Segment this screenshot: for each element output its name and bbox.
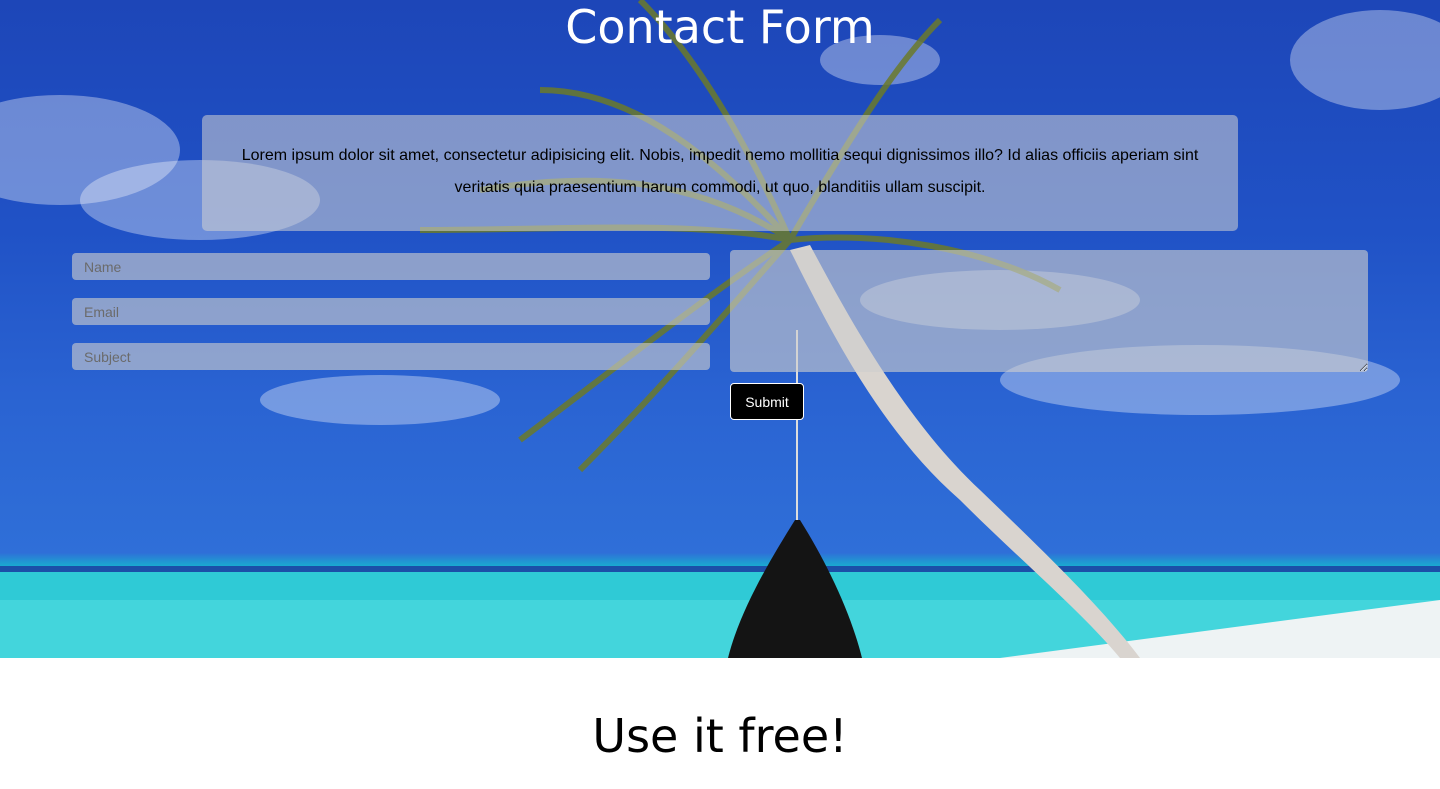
footer-title: Use it free!: [592, 709, 848, 763]
submit-button[interactable]: Submit: [730, 383, 804, 420]
subject-input[interactable]: [72, 343, 710, 370]
intro-text: Lorem ipsum dolor sit amet, consectetur …: [241, 147, 1199, 196]
name-input[interactable]: [72, 253, 710, 280]
intro-text-box: Lorem ipsum dolor sit amet, consectetur …: [202, 115, 1238, 231]
email-input[interactable]: [72, 298, 710, 325]
page-title: Contact Form: [565, 0, 875, 54]
hero-section: Contact Form Lorem ipsum dolor sit amet,…: [0, 0, 1440, 658]
message-textarea[interactable]: [730, 250, 1368, 372]
